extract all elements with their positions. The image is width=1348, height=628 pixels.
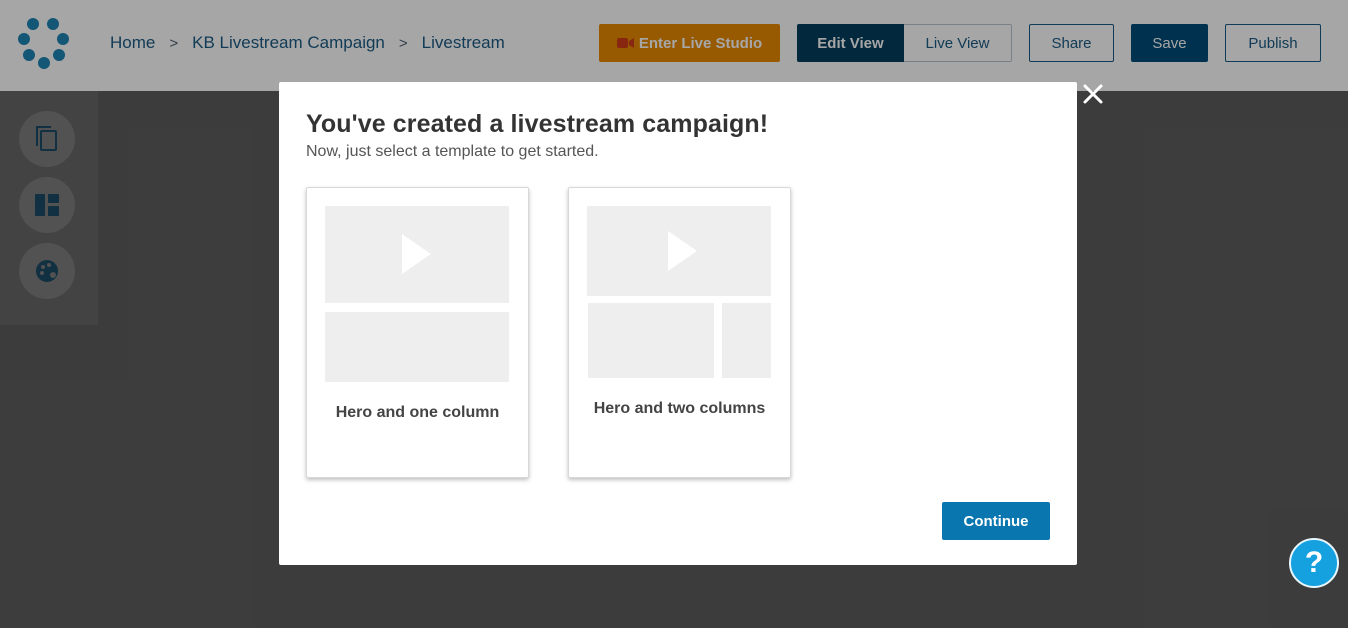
close-modal-button[interactable] [1081, 82, 1105, 106]
template-modal: You've created a livestream campaign! No… [279, 82, 1077, 565]
continue-button[interactable]: Continue [942, 502, 1050, 540]
hero-placeholder [325, 206, 509, 303]
column-placeholder-wide [588, 303, 714, 378]
modal-title: You've created a livestream campaign! [306, 110, 769, 138]
template-card-hero-one-column[interactable]: Hero and one column [306, 187, 529, 478]
column-placeholder [325, 312, 509, 382]
play-icon [402, 234, 431, 274]
play-icon [668, 231, 697, 271]
template-label: Hero and one column [335, 404, 500, 421]
modal-subtitle: Now, just select a template to get start… [306, 143, 599, 160]
help-button[interactable]: ? [1289, 538, 1339, 588]
close-icon [1083, 84, 1103, 104]
column-placeholder-narrow [722, 303, 771, 378]
hero-placeholder [587, 206, 771, 296]
template-card-hero-two-columns[interactable]: Hero and two columns [568, 187, 791, 478]
template-label: Hero and two columns [593, 400, 766, 417]
